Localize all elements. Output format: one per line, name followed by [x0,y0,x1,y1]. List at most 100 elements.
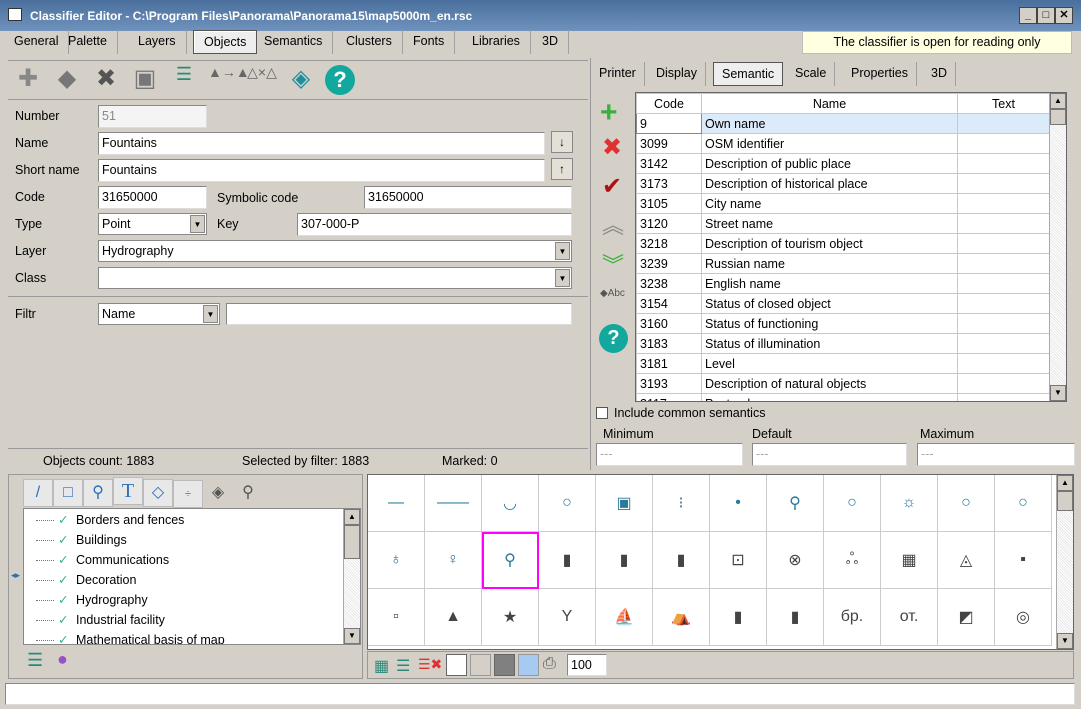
tab-objects[interactable]: Objects [193,30,258,54]
table-row[interactable]: 3105 City name [636,193,1050,214]
tab-palette[interactable]: Palette [58,30,118,54]
check-all-icon[interactable]: ☰ [396,656,410,676]
symbol-cell[interactable]: ○ [938,475,995,532]
table-row[interactable]: 3154 Status of closed object [636,293,1050,314]
cell-name[interactable]: Description of historical place [701,173,958,194]
uncheck-all-icon[interactable]: ☰✖ [418,656,442,673]
include-common-checkbox[interactable] [596,407,608,419]
tree-item[interactable]: ✓ Buildings [24,530,360,550]
cell-code[interactable]: 3099 [636,133,702,154]
text-icon[interactable]: T [113,477,143,505]
cell-text[interactable] [957,193,1050,214]
add-semantic-icon[interactable]: + [600,96,618,130]
table-row[interactable]: 3238 English name [636,273,1050,294]
delete-semantic-icon[interactable]: ✖ [602,133,622,162]
add-icon[interactable]: ✚ [13,64,43,93]
scroll-up-arrow[interactable]: ▲ [344,509,360,525]
symbol-cell[interactable]: ◬ [938,532,995,589]
table-row[interactable]: 3120 Street name [636,213,1050,234]
delete-objects-icon[interactable]: △×△ [247,64,277,81]
cell-code[interactable]: 3183 [636,333,702,354]
table-row[interactable]: 3117Postcode [636,393,1050,401]
maximize-button[interactable]: □ [1037,7,1055,24]
cell-name[interactable]: Description of natural objects [701,373,958,394]
cell-name[interactable]: English name [701,273,958,294]
symbol-cell[interactable]: Y [539,589,596,646]
cell-text[interactable] [957,373,1050,394]
cell-name[interactable]: Status of closed object [701,293,958,314]
zoom-input[interactable]: 100 [567,654,607,676]
table-row[interactable]: 3142 Description of public place [636,153,1050,174]
cell-name[interactable]: OSM identifier [701,133,958,154]
tab-printer[interactable]: Printer [591,62,645,86]
tab-fonts[interactable]: Fonts [403,30,456,54]
cell-name[interactable]: Status of functioning [701,313,958,334]
check-icon[interactable]: ✓ [58,530,68,550]
layer-select[interactable]: Hydrography ▼ [98,240,572,262]
help-icon[interactable]: ? [325,65,355,95]
cell-code[interactable]: 3142 [636,153,702,174]
tree-item[interactable]: ✓ Industrial facility [24,610,360,630]
point-icon[interactable]: ⚲ [83,479,113,507]
scroll-down-arrow[interactable]: ▼ [344,628,360,644]
cell-text[interactable] [957,393,1050,401]
cell-text[interactable] [957,133,1050,154]
tab-properties[interactable]: Properties [843,62,917,86]
cell-text[interactable] [957,253,1050,274]
sort-up-button[interactable]: ↑ [551,158,573,180]
symbol-cell[interactable]: ▮ [596,532,653,589]
cell-code[interactable]: 3154 [636,293,702,314]
cell-text[interactable] [957,273,1050,294]
move-up-icon[interactable]: ︽ [602,208,624,240]
line-icon[interactable]: / [23,479,53,507]
table-row[interactable]: 3193 Description of natural objects [636,373,1050,394]
tree-item[interactable]: ✓ Hydrography [24,590,360,610]
cell-code[interactable]: 9 [636,113,702,134]
tab-libraries[interactable]: Libraries [462,30,531,54]
symbol-cell[interactable]: ○ [824,475,881,532]
cell-code[interactable]: 3181 [636,353,702,374]
cell-text[interactable] [957,173,1050,194]
scroll-thumb[interactable] [1057,491,1073,511]
tab-semantic[interactable]: Semantic [713,62,784,86]
tab-clusters[interactable]: Clusters [336,30,403,54]
symbol-cell[interactable]: ▦ [881,532,938,589]
symbol-cell[interactable]: ◩ [938,589,995,646]
print-icon[interactable]: ⎙ [543,655,556,673]
symbol-cell[interactable]: ▲ [425,589,482,646]
scroll-up-arrow[interactable]: ▲ [1057,475,1073,491]
cell-code[interactable]: 3117 [636,393,702,401]
symbol-cell[interactable]: ⁝ [653,475,710,532]
cell-text[interactable] [957,313,1050,334]
symbol-cell[interactable]: ♀ [425,532,482,589]
table-row[interactable]: 3099 OSM identifier [636,133,1050,154]
cell-code[interactable]: 3160 [636,313,702,334]
tree-item[interactable]: ✓ Communications [24,550,360,570]
check-icon[interactable]: ✓ [58,570,68,590]
symbol-cell[interactable]: ▮ [767,589,824,646]
filter-field-select[interactable]: Name ▼ [98,303,220,325]
scroll-down-arrow[interactable]: ▼ [1050,385,1066,401]
scale-icon[interactable]: ÷ [173,480,203,508]
symbolic-code-field[interactable]: 31650000 [364,186,572,209]
symbol-cell[interactable]: ○ [539,475,596,532]
move-down-icon[interactable]: ︾ [602,248,624,280]
symbol-cell[interactable]: ▮ [539,532,596,589]
tab-semantics[interactable]: Semantics [254,30,334,54]
check-list-icon[interactable]: ☰ [27,650,43,671]
symbol-cell[interactable]: ▮ [653,532,710,589]
symbol-cell[interactable]: ⊗ [767,532,824,589]
semantics-scrollbar[interactable]: ▲ ▼ [1049,93,1066,401]
symbol-cell[interactable]: —— [425,475,482,532]
table-row[interactable]: 3239 Russian name [636,253,1050,274]
background-dark-button[interactable] [494,654,515,676]
table-row[interactable]: 3181 Level [636,353,1050,374]
background-white-button[interactable] [446,654,467,676]
table-row[interactable]: 3218 Description of tourism object [636,233,1050,254]
symbol-cell[interactable]: ▣ [596,475,653,532]
cell-text[interactable] [957,333,1050,354]
check-icon[interactable]: ✓ [58,510,68,530]
cell-text[interactable] [957,113,1050,134]
tab-scale[interactable]: Scale [787,62,836,86]
table-row[interactable]: 3173 Description of historical place [636,173,1050,194]
